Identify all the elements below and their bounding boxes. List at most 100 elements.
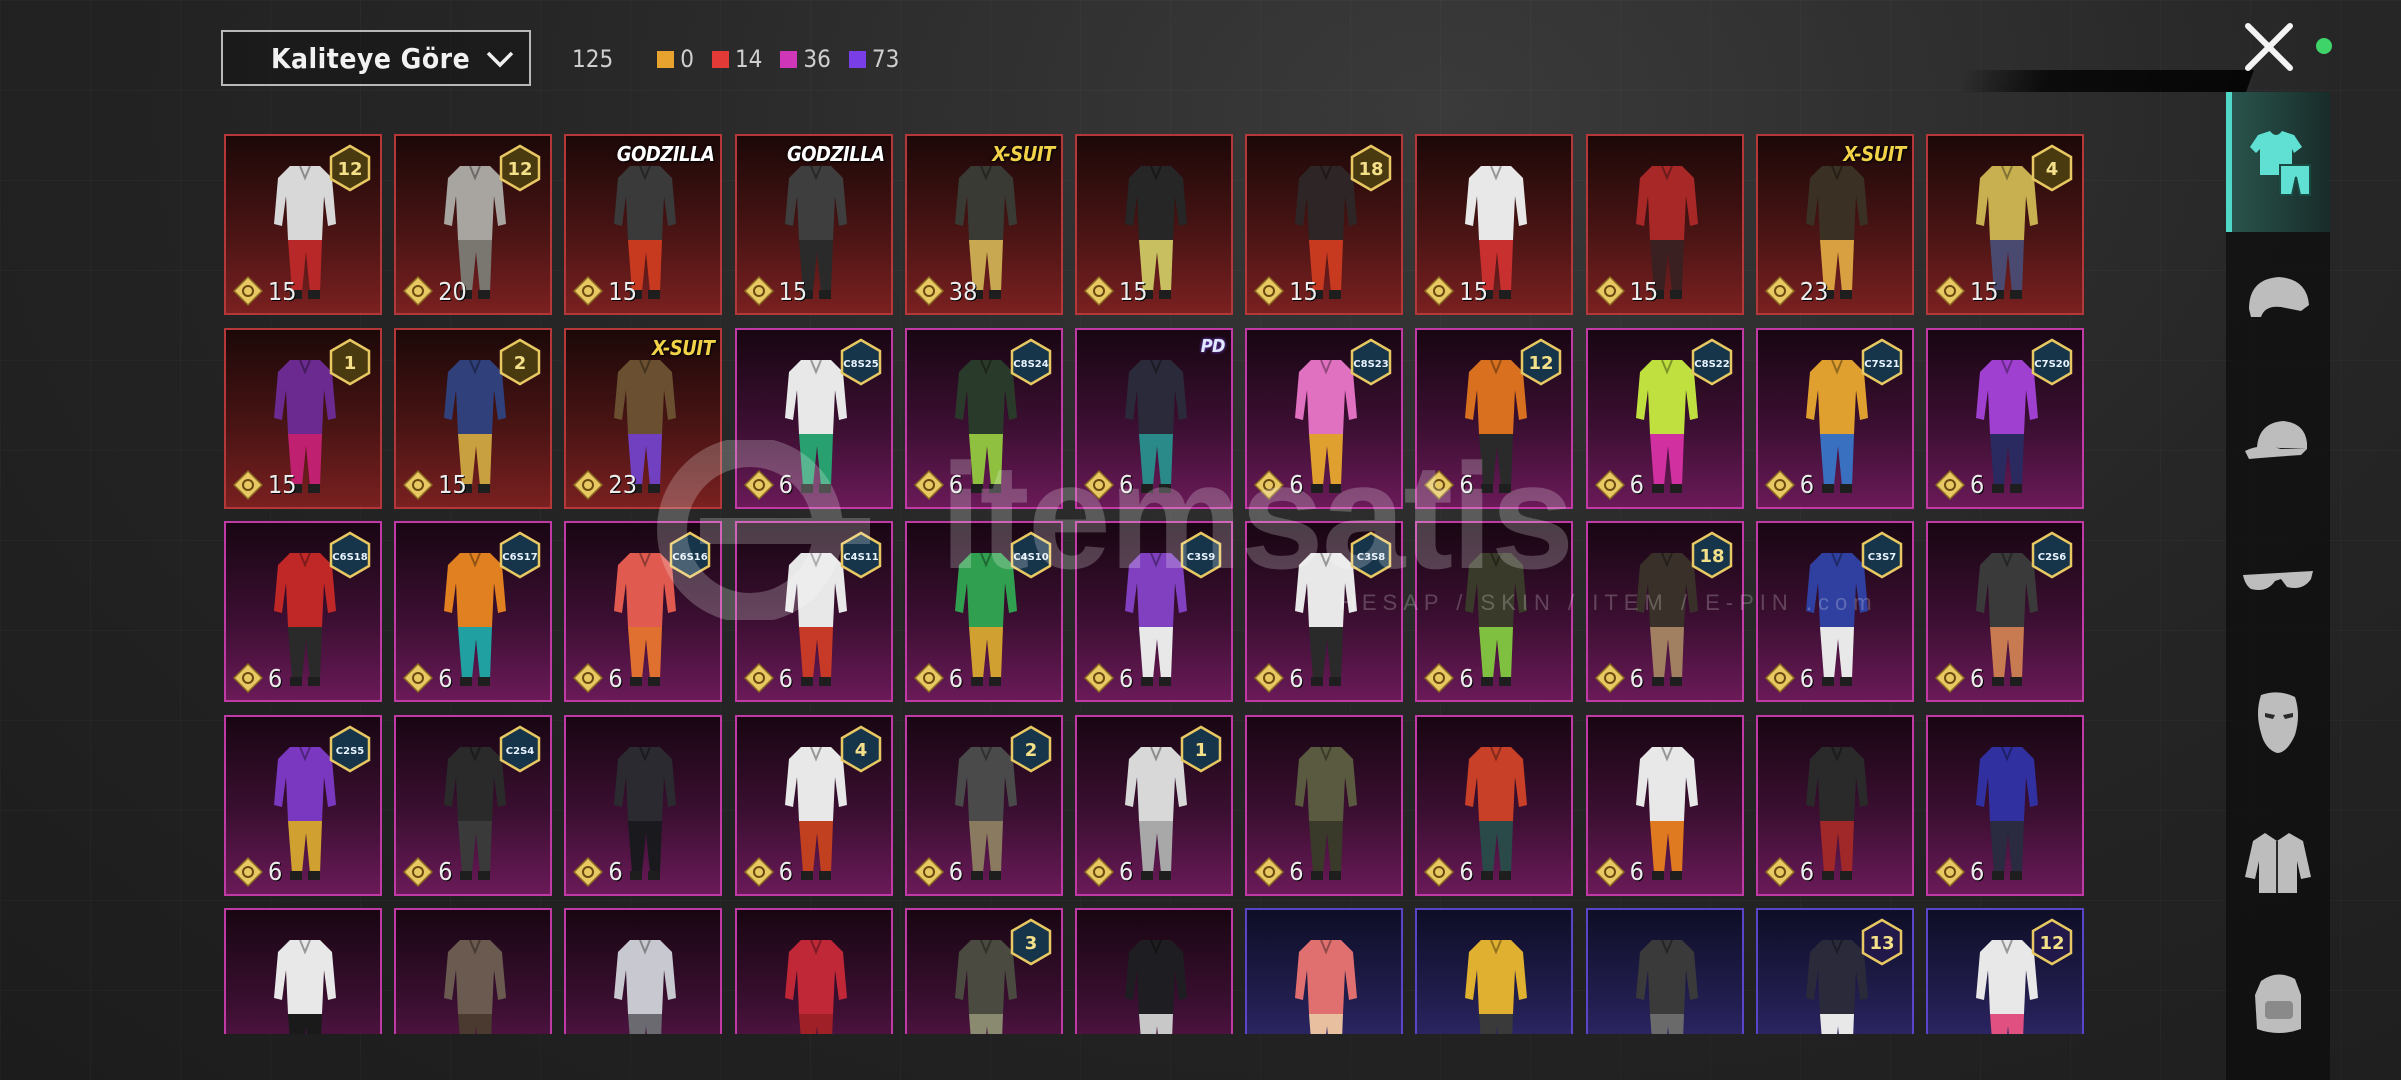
pink-swatch [780, 50, 798, 68]
outfit-card[interactable]: 6 [1245, 714, 1404, 896]
outfit-card[interactable] [224, 908, 382, 1034]
item-price-value: 20 [438, 276, 467, 306]
item-price-value: 6 [1459, 663, 1474, 693]
outfit-card[interactable]: 12 15 [224, 134, 382, 315]
category-glasses[interactable] [2226, 512, 2330, 652]
currency-diamond-icon [743, 856, 774, 887]
season-badge-icon: C8S23 [1350, 338, 1392, 385]
outfit-card[interactable]: C7S21 6 [1755, 327, 1914, 509]
currency-diamond-icon [1083, 856, 1115, 887]
category-jacket[interactable] [2226, 792, 2330, 932]
item-price-value: 6 [1289, 470, 1304, 499]
outfit-card[interactable]: PD 6 [1075, 327, 1233, 509]
outfit-card[interactable] [1585, 908, 1744, 1034]
outfit-card[interactable]: C3S9 6 [1075, 521, 1233, 702]
outfit-card[interactable]: C8S25 6 [734, 327, 893, 509]
season-badge-icon: C3S7 [1861, 531, 1903, 579]
item-price-value: 6 [778, 470, 793, 499]
outfit-card[interactable]: X-SUIT 23 [564, 327, 723, 509]
outfit-card[interactable]: 2 15 [394, 327, 553, 509]
outfit-card[interactable]: 4 15 [1926, 134, 2084, 315]
item-price: 6 [913, 856, 963, 888]
outfit-card[interactable]: 15 [1415, 134, 1574, 315]
outfit-card[interactable] [734, 908, 893, 1034]
item-price: 6 [743, 856, 793, 888]
outfit-card[interactable]: 6 [1755, 714, 1914, 896]
outfit-card[interactable]: C6S18 6 [224, 521, 382, 702]
outfit-card[interactable]: 15 [1075, 134, 1233, 315]
outfit-card[interactable]: 6 [564, 714, 723, 896]
season-badge-label: C4S10 [1013, 552, 1048, 563]
category-backpack[interactable] [2226, 932, 2330, 1072]
outfit-card[interactable]: 6 [1926, 714, 2084, 896]
outfit-card[interactable]: X-SUIT 23 [1755, 134, 1914, 315]
outfit-card[interactable]: 16 [1075, 714, 1233, 896]
outfit-figure-icon [1635, 939, 1698, 1034]
outfit-card[interactable] [564, 908, 723, 1034]
outfit-card[interactable]: C2S4 6 [394, 714, 553, 896]
outfit-card[interactable]: C2S5 6 [224, 714, 382, 896]
outfit-card[interactable]: X-SUIT 38 [904, 134, 1063, 315]
outfit-card[interactable] [1245, 908, 1404, 1034]
season-badge-label: 4 [2046, 159, 2059, 180]
outfit-card[interactable]: 3 [904, 908, 1063, 1034]
outfit-card[interactable]: C6S16 6 [564, 521, 723, 702]
outfit-card[interactable]: C3S7 6 [1755, 521, 1914, 702]
outfit-card[interactable]: 12 20 [394, 134, 553, 315]
category-outfit[interactable] [2226, 92, 2330, 232]
item-price: 15 [232, 275, 297, 307]
item-price: 23 [572, 469, 637, 501]
outfit-card[interactable]: 46 [734, 714, 893, 896]
count-purple: 73 [848, 45, 900, 73]
season-badge-label: C8S25 [843, 359, 878, 370]
outfit-card[interactable]: 6 [1415, 521, 1574, 702]
outfit-card[interactable]: 26 [904, 714, 1063, 896]
count-purple-value: 73 [871, 45, 900, 73]
season-badge-label: C2S6 [2038, 552, 2066, 563]
outfit-card[interactable]: 12 [1926, 908, 2084, 1034]
outfit-card[interactable]: GODZILLA 15 [564, 134, 723, 315]
currency-diamond-icon [573, 662, 604, 694]
count-gold-value: 0 [680, 45, 694, 73]
currency-diamond-icon [1083, 275, 1115, 307]
shirt-pants-icon [2250, 131, 2311, 196]
season-badge-label: C6S18 [332, 552, 367, 563]
item-price-value: 6 [438, 663, 453, 693]
collab-tag: PD [1200, 335, 1226, 357]
outfit-card[interactable]: C8S23 6 [1245, 327, 1404, 509]
count-red: 14 [711, 45, 762, 73]
item-price: 6 [743, 469, 793, 501]
season-badge-icon: 2 [1010, 725, 1052, 772]
sort-dropdown[interactable]: Kaliteye Göre [221, 30, 531, 86]
item-price-value: 6 [268, 663, 283, 693]
outfit-card[interactable]: 12 6 [1415, 327, 1574, 509]
item-price-value: 6 [1289, 857, 1304, 886]
outfit-card[interactable]: 1 15 [224, 327, 382, 509]
outfit-card[interactable]: 18 6 [1585, 521, 1744, 702]
outfit-card[interactable]: 15 [1585, 134, 1744, 315]
season-badge-icon: 12 [2031, 918, 2073, 966]
outfit-card[interactable]: C8S24 6 [904, 327, 1063, 509]
outfit-card[interactable] [394, 908, 553, 1034]
outfit-card[interactable]: C8S22 6 [1585, 327, 1744, 509]
outfit-card[interactable]: C6S17 6 [394, 521, 553, 702]
outfit-card[interactable] [1075, 908, 1233, 1034]
outfit-card[interactable]: C4S11 6 [734, 521, 893, 702]
outfit-card[interactable]: C3S8 6 [1245, 521, 1404, 702]
outfit-card[interactable] [1415, 908, 1574, 1034]
outfit-card[interactable]: 6 [1415, 714, 1574, 896]
category-mask[interactable] [2226, 652, 2330, 792]
outfit-card[interactable]: GODZILLA 15 [734, 134, 893, 315]
currency-diamond-icon [232, 275, 264, 307]
category-hat[interactable] [2226, 372, 2330, 512]
outfit-card[interactable]: C2S6 6 [1926, 521, 2084, 702]
item-price: 6 [572, 856, 623, 888]
item-price-value: 6 [1289, 663, 1304, 693]
outfit-card[interactable]: C4S10 6 [904, 521, 1063, 702]
outfit-card[interactable]: 13 [1755, 908, 1914, 1034]
category-helmet[interactable] [2226, 232, 2330, 372]
close-icon[interactable] [2242, 20, 2296, 74]
outfit-card[interactable]: 18 15 [1245, 134, 1404, 315]
outfit-card[interactable]: C7S20 6 [1926, 327, 2084, 509]
outfit-card[interactable]: 6 [1585, 714, 1744, 896]
